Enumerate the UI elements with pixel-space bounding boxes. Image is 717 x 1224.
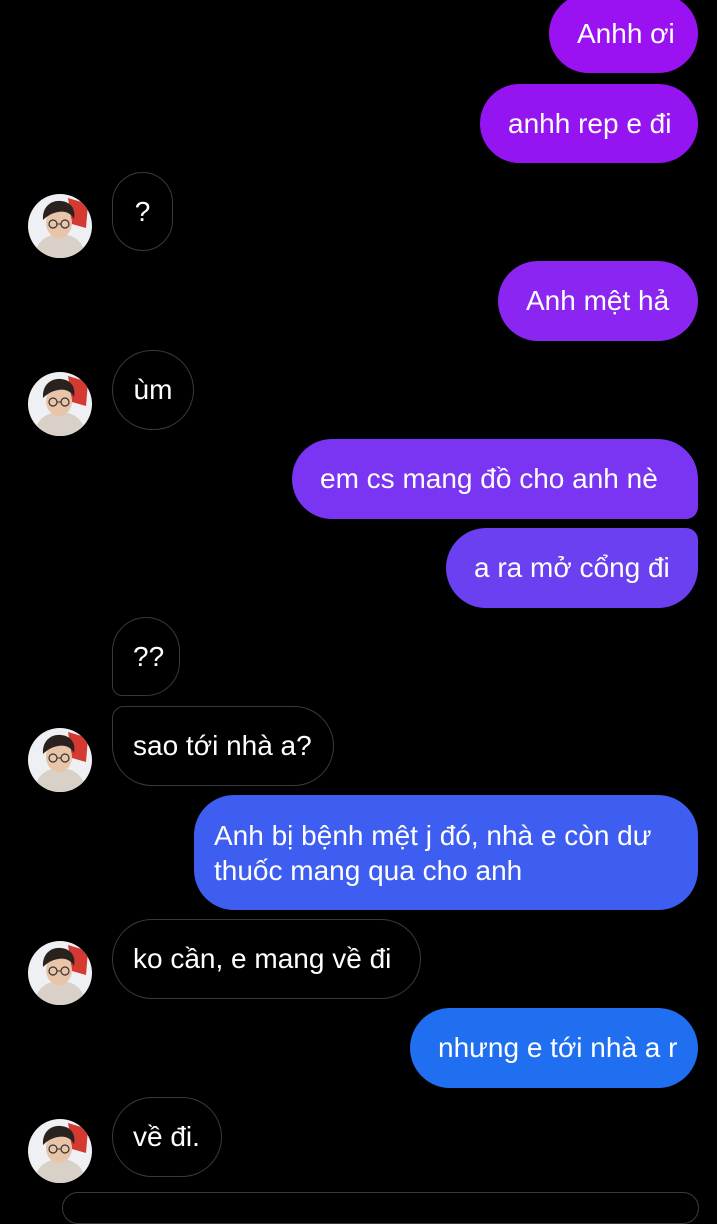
avatar-icon bbox=[28, 194, 92, 258]
message-outgoing[interactable]: Anh bị bệnh mệt j đó, nhà e còn dư thuốc… bbox=[194, 795, 698, 910]
avatar-icon bbox=[28, 1119, 92, 1183]
message-text: ùm bbox=[133, 374, 173, 405]
message-text: nhưng e tới nhà a r bbox=[438, 1032, 678, 1063]
message-incoming-partial bbox=[62, 1192, 699, 1224]
avatar-icon bbox=[28, 372, 92, 436]
message-text: ko cần, e mang về đi bbox=[133, 943, 392, 974]
avatar[interactable] bbox=[28, 941, 92, 1005]
message-outgoing[interactable]: anhh rep e đi bbox=[480, 84, 698, 163]
message-text: về đi. bbox=[133, 1121, 200, 1152]
avatar-icon bbox=[28, 728, 92, 792]
message-text: ? bbox=[134, 195, 151, 227]
avatar[interactable] bbox=[28, 194, 92, 258]
message-text: anhh rep e đi bbox=[508, 107, 672, 139]
avatar[interactable] bbox=[28, 728, 92, 792]
message-incoming[interactable]: về đi. bbox=[112, 1097, 222, 1177]
message-incoming[interactable]: ùm bbox=[112, 350, 194, 430]
message-outgoing[interactable]: em cs mang đồ cho anh nè bbox=[292, 439, 698, 519]
message-text: a ra mở cổng đi bbox=[474, 552, 670, 583]
message-incoming[interactable]: ko cần, e mang về đi bbox=[112, 919, 421, 999]
message-text: em cs mang đồ cho anh nè bbox=[320, 463, 658, 494]
avatar-icon bbox=[28, 941, 92, 1005]
avatar[interactable] bbox=[28, 372, 92, 436]
message-text: Anh mệt hả bbox=[526, 285, 670, 316]
message-incoming[interactable]: ? bbox=[112, 172, 173, 251]
message-outgoing[interactable]: Anhh ơi bbox=[549, 0, 698, 73]
message-text: Anh bị bệnh mệt j đó, nhà e còn dư thuốc… bbox=[214, 819, 652, 886]
message-text: Anhh ơi bbox=[577, 17, 675, 49]
message-outgoing[interactable]: nhưng e tới nhà a r bbox=[410, 1008, 698, 1088]
message-outgoing[interactable]: a ra mở cổng đi bbox=[446, 528, 698, 608]
message-incoming[interactable]: sao tới nhà a? bbox=[112, 706, 334, 786]
avatar[interactable] bbox=[28, 1119, 92, 1183]
message-incoming[interactable]: ?? bbox=[112, 617, 180, 696]
message-outgoing[interactable]: Anh mệt hả bbox=[498, 261, 698, 341]
message-text: ?? bbox=[133, 640, 165, 672]
message-text: sao tới nhà a? bbox=[133, 730, 312, 761]
